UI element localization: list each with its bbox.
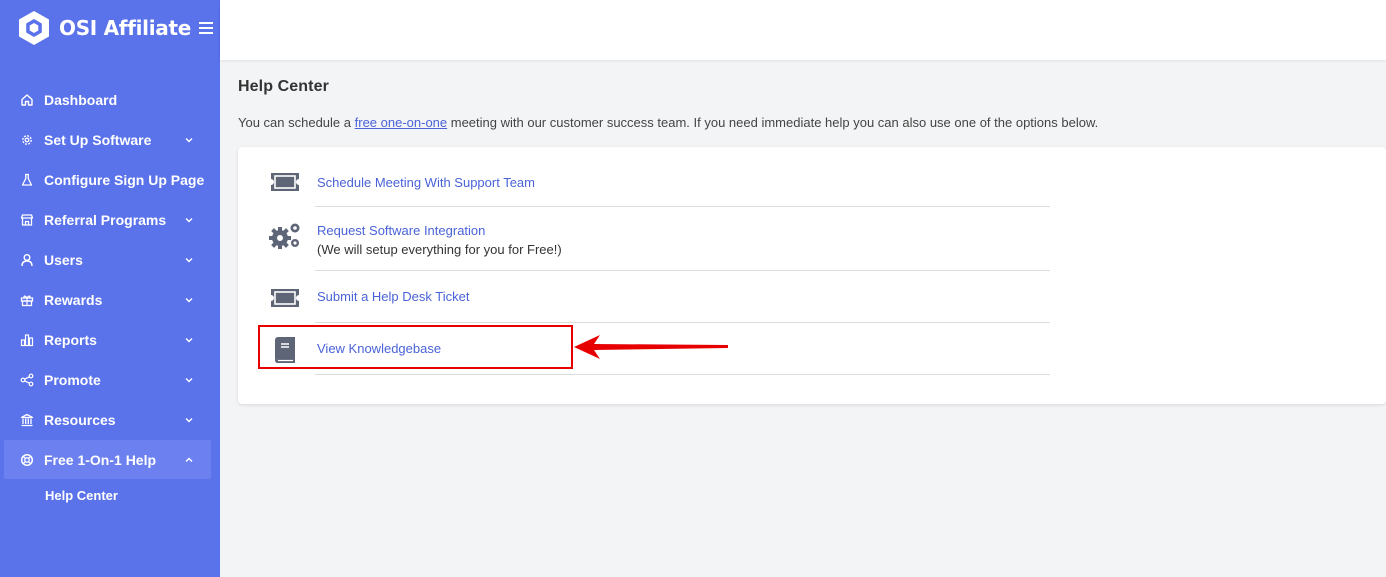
pointer-arrow-icon bbox=[574, 335, 728, 359]
schedule-meeting-link[interactable]: Schedule Meeting With Support Team bbox=[317, 173, 535, 192]
free-one-on-one-link[interactable]: free one-on-one bbox=[355, 115, 448, 130]
gift-icon bbox=[20, 293, 34, 307]
store-icon bbox=[20, 213, 34, 227]
sidebar-item-resources[interactable]: Resources bbox=[0, 400, 220, 440]
sidebar-item-referral-programs[interactable]: Referral Programs bbox=[0, 200, 220, 240]
top-bar bbox=[220, 0, 1386, 60]
option-schedule-meeting[interactable]: Schedule Meeting With Support Team bbox=[238, 159, 1050, 207]
chevron-down-icon bbox=[184, 295, 194, 305]
page-title: Help Center bbox=[238, 78, 329, 95]
request-integration-subtext: (We will setup everything for you for Fr… bbox=[317, 242, 562, 257]
highlight-box bbox=[258, 325, 573, 369]
chevron-down-icon bbox=[184, 215, 194, 225]
chevron-down-icon bbox=[184, 255, 194, 265]
brand-name: OSI Affiliate bbox=[59, 16, 191, 40]
sidebar-item-reports[interactable]: Reports bbox=[0, 320, 220, 360]
sidebar-item-free-help[interactable]: Free 1-On-1 Help bbox=[4, 440, 211, 479]
option-text: Request Software Integration (We will se… bbox=[317, 221, 562, 259]
sidebar-item-label: Promote bbox=[44, 372, 101, 388]
intro-text-before: You can schedule a bbox=[238, 115, 355, 130]
chevron-down-icon bbox=[184, 135, 194, 145]
intro-text-after: meeting with our customer success team. … bbox=[447, 115, 1099, 130]
flask-icon bbox=[20, 173, 34, 187]
lifebuoy-icon bbox=[20, 453, 34, 467]
option-help-desk-ticket[interactable]: Submit a Help Desk Ticket bbox=[238, 271, 1050, 323]
sidebar-item-label: Reports bbox=[44, 332, 97, 348]
chevron-down-icon bbox=[184, 375, 194, 385]
sidebar-item-users[interactable]: Users bbox=[0, 240, 220, 280]
option-text: Submit a Help Desk Ticket bbox=[317, 287, 469, 306]
user-icon bbox=[20, 253, 34, 267]
sidebar-item-label: Free 1-On-1 Help bbox=[44, 451, 157, 468]
chevron-up-icon bbox=[184, 455, 194, 465]
help-desk-ticket-link[interactable]: Submit a Help Desk Ticket bbox=[317, 287, 469, 306]
sidebar-subitem-help-center[interactable]: Help Center bbox=[0, 479, 220, 511]
option-text: Schedule Meeting With Support Team bbox=[317, 173, 535, 192]
ticket-icon bbox=[268, 287, 302, 309]
sidebar-nav: Dashboard Set Up Software Configure Sign… bbox=[0, 80, 220, 511]
hexagon-logo-icon bbox=[19, 11, 49, 45]
share-icon bbox=[20, 373, 34, 387]
sidebar-item-set-up-software[interactable]: Set Up Software bbox=[0, 120, 220, 160]
intro-text: You can schedule a free one-on-one meeti… bbox=[238, 115, 1098, 130]
gear-icon bbox=[20, 133, 34, 147]
sidebar-item-label: Rewards bbox=[44, 292, 103, 308]
sidebar-item-label: Users bbox=[44, 252, 83, 268]
sidebar-item-rewards[interactable]: Rewards bbox=[0, 280, 220, 320]
sidebar-item-label: Referral Programs bbox=[44, 212, 167, 228]
request-integration-link[interactable]: Request Software Integration bbox=[317, 221, 562, 240]
help-options-card: Schedule Meeting With Support Team Reque… bbox=[238, 147, 1386, 404]
sidebar-item-configure-sign-up-page[interactable]: Configure Sign Up Page bbox=[0, 160, 220, 200]
bank-icon bbox=[20, 413, 34, 427]
divider bbox=[315, 374, 1050, 375]
chevron-down-icon bbox=[184, 415, 194, 425]
sidebar-item-label: Configure Sign Up Page bbox=[44, 172, 205, 188]
sidebar-item-dashboard[interactable]: Dashboard bbox=[0, 80, 220, 120]
sidebar-item-label: Resources bbox=[44, 412, 116, 428]
menu-toggle-icon[interactable] bbox=[198, 22, 213, 34]
sidebar: OSI Affiliate Dashboard Set Up Software … bbox=[0, 0, 220, 577]
brand[interactable]: OSI Affiliate bbox=[16, 10, 213, 46]
sidebar-item-promote[interactable]: Promote bbox=[0, 360, 220, 400]
option-request-integration[interactable]: Request Software Integration (We will se… bbox=[238, 207, 1050, 271]
bar-chart-icon bbox=[20, 333, 34, 347]
home-icon bbox=[20, 93, 34, 107]
sidebar-item-label: Dashboard bbox=[44, 92, 118, 108]
sidebar-item-label: Set Up Software bbox=[44, 132, 152, 148]
gears-icon bbox=[268, 221, 302, 251]
ticket-icon bbox=[268, 171, 302, 193]
chevron-down-icon bbox=[184, 335, 194, 345]
